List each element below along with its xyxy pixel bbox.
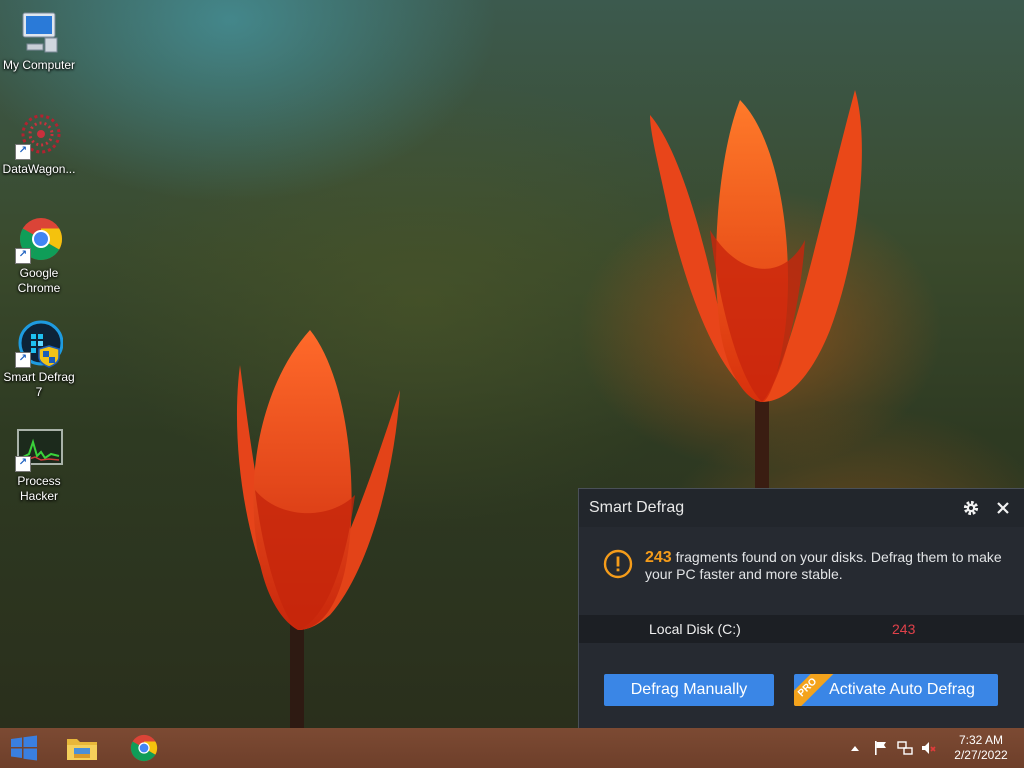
warning-icon — [603, 549, 633, 579]
volume-muted-icon — [922, 742, 936, 754]
shortcut-arrow-icon: ↗ — [15, 248, 31, 264]
network-button[interactable] — [894, 737, 916, 759]
desktop-icon-my-computer[interactable]: My Computer — [0, 8, 79, 73]
defrag-manually-button[interactable]: Defrag Manually — [604, 674, 774, 706]
activate-auto-defrag-button[interactable]: PRO Activate Auto Defrag — [794, 674, 998, 706]
taskbar-chrome[interactable] — [120, 728, 168, 768]
taskbar-file-explorer[interactable] — [58, 728, 106, 768]
tulip-left-image — [236, 330, 400, 728]
shortcut-arrow-icon: ↗ — [15, 144, 31, 160]
disk-name: Local Disk (C:) — [649, 621, 741, 637]
file-explorer-icon — [67, 739, 97, 760]
volume-button[interactable] — [918, 737, 940, 759]
disk-row: Local Disk (C:) 243 — [579, 615, 1024, 643]
action-center-button[interactable] — [870, 737, 892, 759]
system-tray: 7:32 AM 2/27/2022 — [844, 728, 1024, 768]
action-center-flag-icon — [875, 741, 886, 755]
chrome-icon — [130, 734, 158, 762]
close-icon — [997, 502, 1009, 514]
gear-icon — [963, 500, 979, 516]
smart-defrag-panel: Smart Defrag 243 fragments found on your… — [578, 488, 1024, 728]
pro-badge: PRO — [794, 674, 834, 706]
desktop-icon-label: DataWagon... — [2, 162, 76, 176]
show-hidden-icons-icon — [851, 746, 859, 751]
clock-date: 2/27/2022 — [954, 748, 1008, 762]
desktop-icon-process-hacker[interactable]: ↗ Process Hacker — [0, 424, 79, 504]
smart-defrag-icon: ↗ — [15, 320, 64, 368]
fragments-message: 243 fragments found on your disks. Defra… — [579, 527, 1024, 595]
panel-title: Smart Defrag — [589, 499, 685, 516]
taskbar: 7:32 AM 2/27/2022 — [0, 728, 1024, 768]
shortcut-arrow-icon: ↗ — [15, 352, 31, 368]
show-hidden-icons-button[interactable] — [844, 737, 866, 759]
network-icon — [897, 741, 913, 755]
desktop-icon-label: My Computer — [2, 58, 76, 72]
desktop-icon-label: Smart Defrag 7 — [3, 370, 75, 399]
desktop-icon-label: Process Hacker — [17, 474, 61, 503]
process-hacker-icon: ↗ — [15, 424, 63, 472]
taskbar-clock[interactable]: 7:32 AM 2/27/2022 — [946, 733, 1016, 763]
tulip-right-image — [650, 90, 862, 500]
start-button[interactable] — [0, 728, 48, 768]
desktop-icon-datawagon[interactable]: ↗ DataWagon... — [0, 112, 79, 177]
shortcut-arrow-icon: ↗ — [15, 456, 31, 472]
windows-start-icon — [11, 735, 37, 761]
datawagon-icon: ↗ — [15, 112, 63, 160]
settings-button[interactable] — [960, 497, 982, 519]
chrome-icon: ↗ — [15, 216, 63, 264]
desktop-icon-google-chrome[interactable]: ↗ Google Chrome — [0, 216, 79, 296]
panel-titlebar: Smart Defrag — [579, 489, 1024, 527]
fragments-count: 243 — [645, 549, 672, 566]
disk-fragment-count: 243 — [892, 621, 916, 637]
my-computer-icon — [15, 8, 63, 56]
panel-actions: Defrag Manually PRO Activate Auto Defrag — [604, 674, 998, 706]
close-button[interactable] — [992, 497, 1014, 519]
desktop-icon-label: Google Chrome — [17, 266, 61, 295]
clock-time: 7:32 AM — [958, 733, 1004, 747]
activate-auto-defrag-label: Activate Auto Defrag — [829, 681, 975, 698]
fragments-description: fragments found on your disks. Defrag th… — [645, 549, 1002, 582]
fragments-text: 243 fragments found on your disks. Defra… — [645, 549, 1004, 583]
desktop-icon-smart-defrag[interactable]: ↗ Smart Defrag 7 — [0, 320, 79, 400]
